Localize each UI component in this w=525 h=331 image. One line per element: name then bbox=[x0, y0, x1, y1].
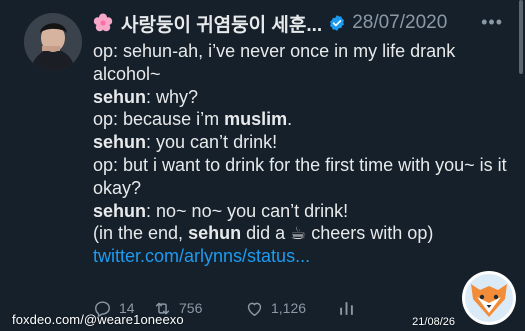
tweet-line: op: sehun-ah, i’ve never once in my life… bbox=[93, 41, 456, 84]
tweet-line: sehun: no~ no~ you can’t drink! bbox=[93, 200, 349, 221]
scrollbar[interactable] bbox=[519, 0, 523, 74]
tweet-link[interactable]: twitter.com/arlynns/status... bbox=[93, 246, 310, 266]
analytics-icon bbox=[340, 301, 353, 315]
more-options-icon[interactable]: ••• bbox=[481, 12, 503, 33]
watermark-date: 21/08/26 bbox=[412, 316, 455, 328]
tweet-line: sehun: you can’t drink! bbox=[93, 132, 278, 153]
watermark-source: foxdeo.com/@weare1oneexo bbox=[12, 312, 184, 327]
tweet-line: op: but i want to drink for the first ti… bbox=[93, 154, 507, 198]
verified-badge-icon bbox=[330, 15, 345, 31]
tweet-line: sehun: why? bbox=[93, 86, 199, 107]
analytics-button[interactable] bbox=[337, 299, 356, 318]
cherry-blossom-icon bbox=[93, 13, 113, 32]
mention-name: sehun bbox=[93, 200, 147, 221]
mention-name: sehun bbox=[93, 132, 147, 153]
tweet-header: 사랑둥이 귀염둥이 세훈... 28/07/2020 ••• bbox=[93, 9, 503, 37]
coffee-icon: ☕ bbox=[290, 223, 307, 244]
avatar-image bbox=[24, 13, 82, 71]
author-name[interactable]: 사랑둥이 귀염둥이 세훈... bbox=[121, 10, 322, 37]
tweet-line: twitter.com/arlynns/status... bbox=[93, 245, 508, 268]
avatar[interactable] bbox=[24, 13, 82, 71]
tweet-line: (in the end, sehun did a ☕ cheers with o… bbox=[93, 223, 434, 244]
mention-name: sehun bbox=[93, 86, 147, 107]
tweet-line: op: because i’m muslim. bbox=[93, 109, 293, 130]
fox-logo-icon bbox=[462, 271, 516, 325]
tweet-date[interactable]: 28/07/2020 bbox=[352, 12, 447, 34]
like-count: 1,126 bbox=[271, 300, 307, 316]
like-button[interactable]: 1,126 bbox=[245, 299, 337, 318]
tweet-text: op: sehun-ah, i’ve never once in my life… bbox=[93, 40, 508, 268]
mention-name: sehun bbox=[188, 223, 242, 244]
heart-icon bbox=[247, 302, 262, 316]
